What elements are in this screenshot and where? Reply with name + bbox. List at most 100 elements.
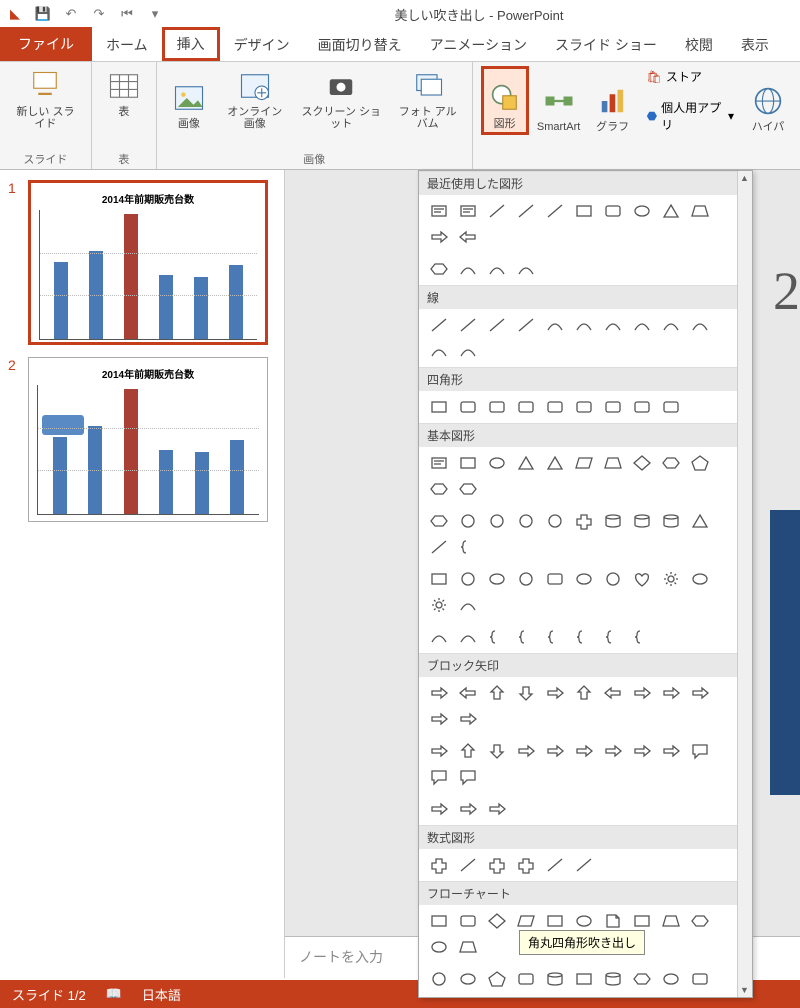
shape-can[interactable] xyxy=(628,509,655,533)
shape-hex[interactable] xyxy=(657,451,684,475)
shape-arrowR[interactable] xyxy=(628,681,655,705)
shape-curve[interactable] xyxy=(599,313,626,337)
status-language[interactable]: 日本語 xyxy=(142,985,181,1004)
shape-arrowU[interactable] xyxy=(570,681,597,705)
shape-can[interactable] xyxy=(541,967,568,991)
shape-sun[interactable] xyxy=(657,567,684,591)
shape-sun[interactable] xyxy=(425,593,452,617)
shape-line[interactable] xyxy=(425,535,452,559)
shape-arrowL[interactable] xyxy=(454,225,481,249)
shape-ellipse[interactable] xyxy=(657,967,684,991)
shape-arrowL[interactable] xyxy=(454,681,481,705)
shape-ellipse[interactable] xyxy=(425,935,452,959)
shape-circle[interactable] xyxy=(541,509,568,533)
shape-pent[interactable] xyxy=(686,451,713,475)
tab-design[interactable]: デザイン xyxy=(220,29,304,61)
shape-rrect[interactable] xyxy=(541,567,568,591)
shape-para[interactable] xyxy=(570,451,597,475)
shape-rrect[interactable] xyxy=(628,395,655,419)
shape-curve[interactable] xyxy=(483,257,510,281)
shape-curve[interactable] xyxy=(541,313,568,337)
qat-dropdown-icon[interactable]: ▾ xyxy=(146,5,164,23)
shape-hex[interactable] xyxy=(425,257,452,281)
shape-diam[interactable] xyxy=(628,451,655,475)
tab-view[interactable]: 表示 xyxy=(727,29,783,61)
shape-arrowR[interactable] xyxy=(483,797,510,821)
smartart-button[interactable]: SmartArt xyxy=(535,66,583,135)
shape-circle[interactable] xyxy=(512,509,539,533)
shape-ellipse[interactable] xyxy=(483,567,510,591)
shape-brace[interactable] xyxy=(512,625,539,649)
shape-tri[interactable] xyxy=(454,993,481,997)
shape-line[interactable] xyxy=(512,199,539,223)
shape-line[interactable] xyxy=(541,199,568,223)
shape-arrowD[interactable] xyxy=(483,739,510,763)
shape-arrowR[interactable] xyxy=(686,681,713,705)
tab-slideshow[interactable]: スライド ショー xyxy=(541,29,671,61)
status-spellcheck-icon[interactable]: 📖 xyxy=(106,986,122,1002)
shape-rrect[interactable] xyxy=(657,395,684,419)
shape-hex[interactable] xyxy=(425,477,452,501)
shape-curve[interactable] xyxy=(454,339,481,363)
shape-brace[interactable] xyxy=(570,625,597,649)
shape-rect[interactable] xyxy=(425,567,452,591)
shape-line[interactable] xyxy=(541,853,568,877)
shape-rrect[interactable] xyxy=(599,199,626,223)
shape-arrowR[interactable] xyxy=(599,739,626,763)
shape-curve[interactable] xyxy=(454,257,481,281)
shape-rrect[interactable] xyxy=(570,395,597,419)
shape-line[interactable] xyxy=(454,853,481,877)
shape-curve[interactable] xyxy=(686,313,713,337)
photo-album-button[interactable]: フォト アルバム xyxy=(392,66,464,132)
shape-rrect[interactable] xyxy=(454,395,481,419)
shape-arrowR[interactable] xyxy=(570,739,597,763)
shape-arrowR[interactable] xyxy=(541,739,568,763)
shape-line[interactable] xyxy=(570,853,597,877)
screenshot-button[interactable]: スクリーン ショット xyxy=(297,66,386,132)
shape-plus[interactable] xyxy=(483,853,510,877)
shape-brace[interactable] xyxy=(541,625,568,649)
tab-animations[interactable]: アニメーション xyxy=(416,29,541,61)
scrollbar[interactable] xyxy=(737,171,752,997)
shape-ellipse[interactable] xyxy=(483,451,510,475)
shape-curve[interactable] xyxy=(657,313,684,337)
shape-trap[interactable] xyxy=(454,935,481,959)
tab-review[interactable]: 校閲 xyxy=(671,29,727,61)
shape-arrowR[interactable] xyxy=(425,739,452,763)
shape-arrowR[interactable] xyxy=(425,707,452,731)
shape-rect[interactable] xyxy=(425,909,452,933)
shape-textbox[interactable] xyxy=(454,199,481,223)
shape-arrowR[interactable] xyxy=(454,797,481,821)
shape-curve[interactable] xyxy=(512,257,539,281)
shape-circle[interactable] xyxy=(454,509,481,533)
myapps-button[interactable]: ⬣個人用アプリ▾ xyxy=(647,99,734,133)
tab-insert[interactable]: 挿入 xyxy=(162,27,220,61)
shape-rrect[interactable] xyxy=(599,395,626,419)
shape-line[interactable] xyxy=(512,313,539,337)
shape-ellipse[interactable] xyxy=(686,567,713,591)
shape-arrowU[interactable] xyxy=(483,681,510,705)
shape-arrowU[interactable] xyxy=(454,739,481,763)
table-button[interactable]: 表 xyxy=(100,66,148,120)
shape-trap[interactable] xyxy=(686,199,713,223)
shapes-button[interactable]: 図形 xyxy=(481,66,529,135)
shape-textbox[interactable] xyxy=(425,451,452,475)
shape-rrect[interactable] xyxy=(512,395,539,419)
shape-can[interactable] xyxy=(599,967,626,991)
shape-hex[interactable] xyxy=(686,909,713,933)
shape-arrowR[interactable] xyxy=(628,739,655,763)
shape-tri[interactable] xyxy=(686,509,713,533)
shape-brace[interactable] xyxy=(599,625,626,649)
redo-icon[interactable]: ↷ xyxy=(90,5,108,23)
shape-arrowL[interactable] xyxy=(599,681,626,705)
shape-brace[interactable] xyxy=(483,625,510,649)
shape-curve[interactable] xyxy=(425,339,452,363)
shape-brace[interactable] xyxy=(628,625,655,649)
shape-hex[interactable] xyxy=(454,477,481,501)
shape-rrect[interactable] xyxy=(541,395,568,419)
shape-rrect[interactable] xyxy=(483,395,510,419)
shape-can[interactable] xyxy=(599,509,626,533)
shape-trap[interactable] xyxy=(657,909,684,933)
save-icon[interactable]: 💾 xyxy=(34,5,52,23)
shape-rect[interactable] xyxy=(425,395,452,419)
